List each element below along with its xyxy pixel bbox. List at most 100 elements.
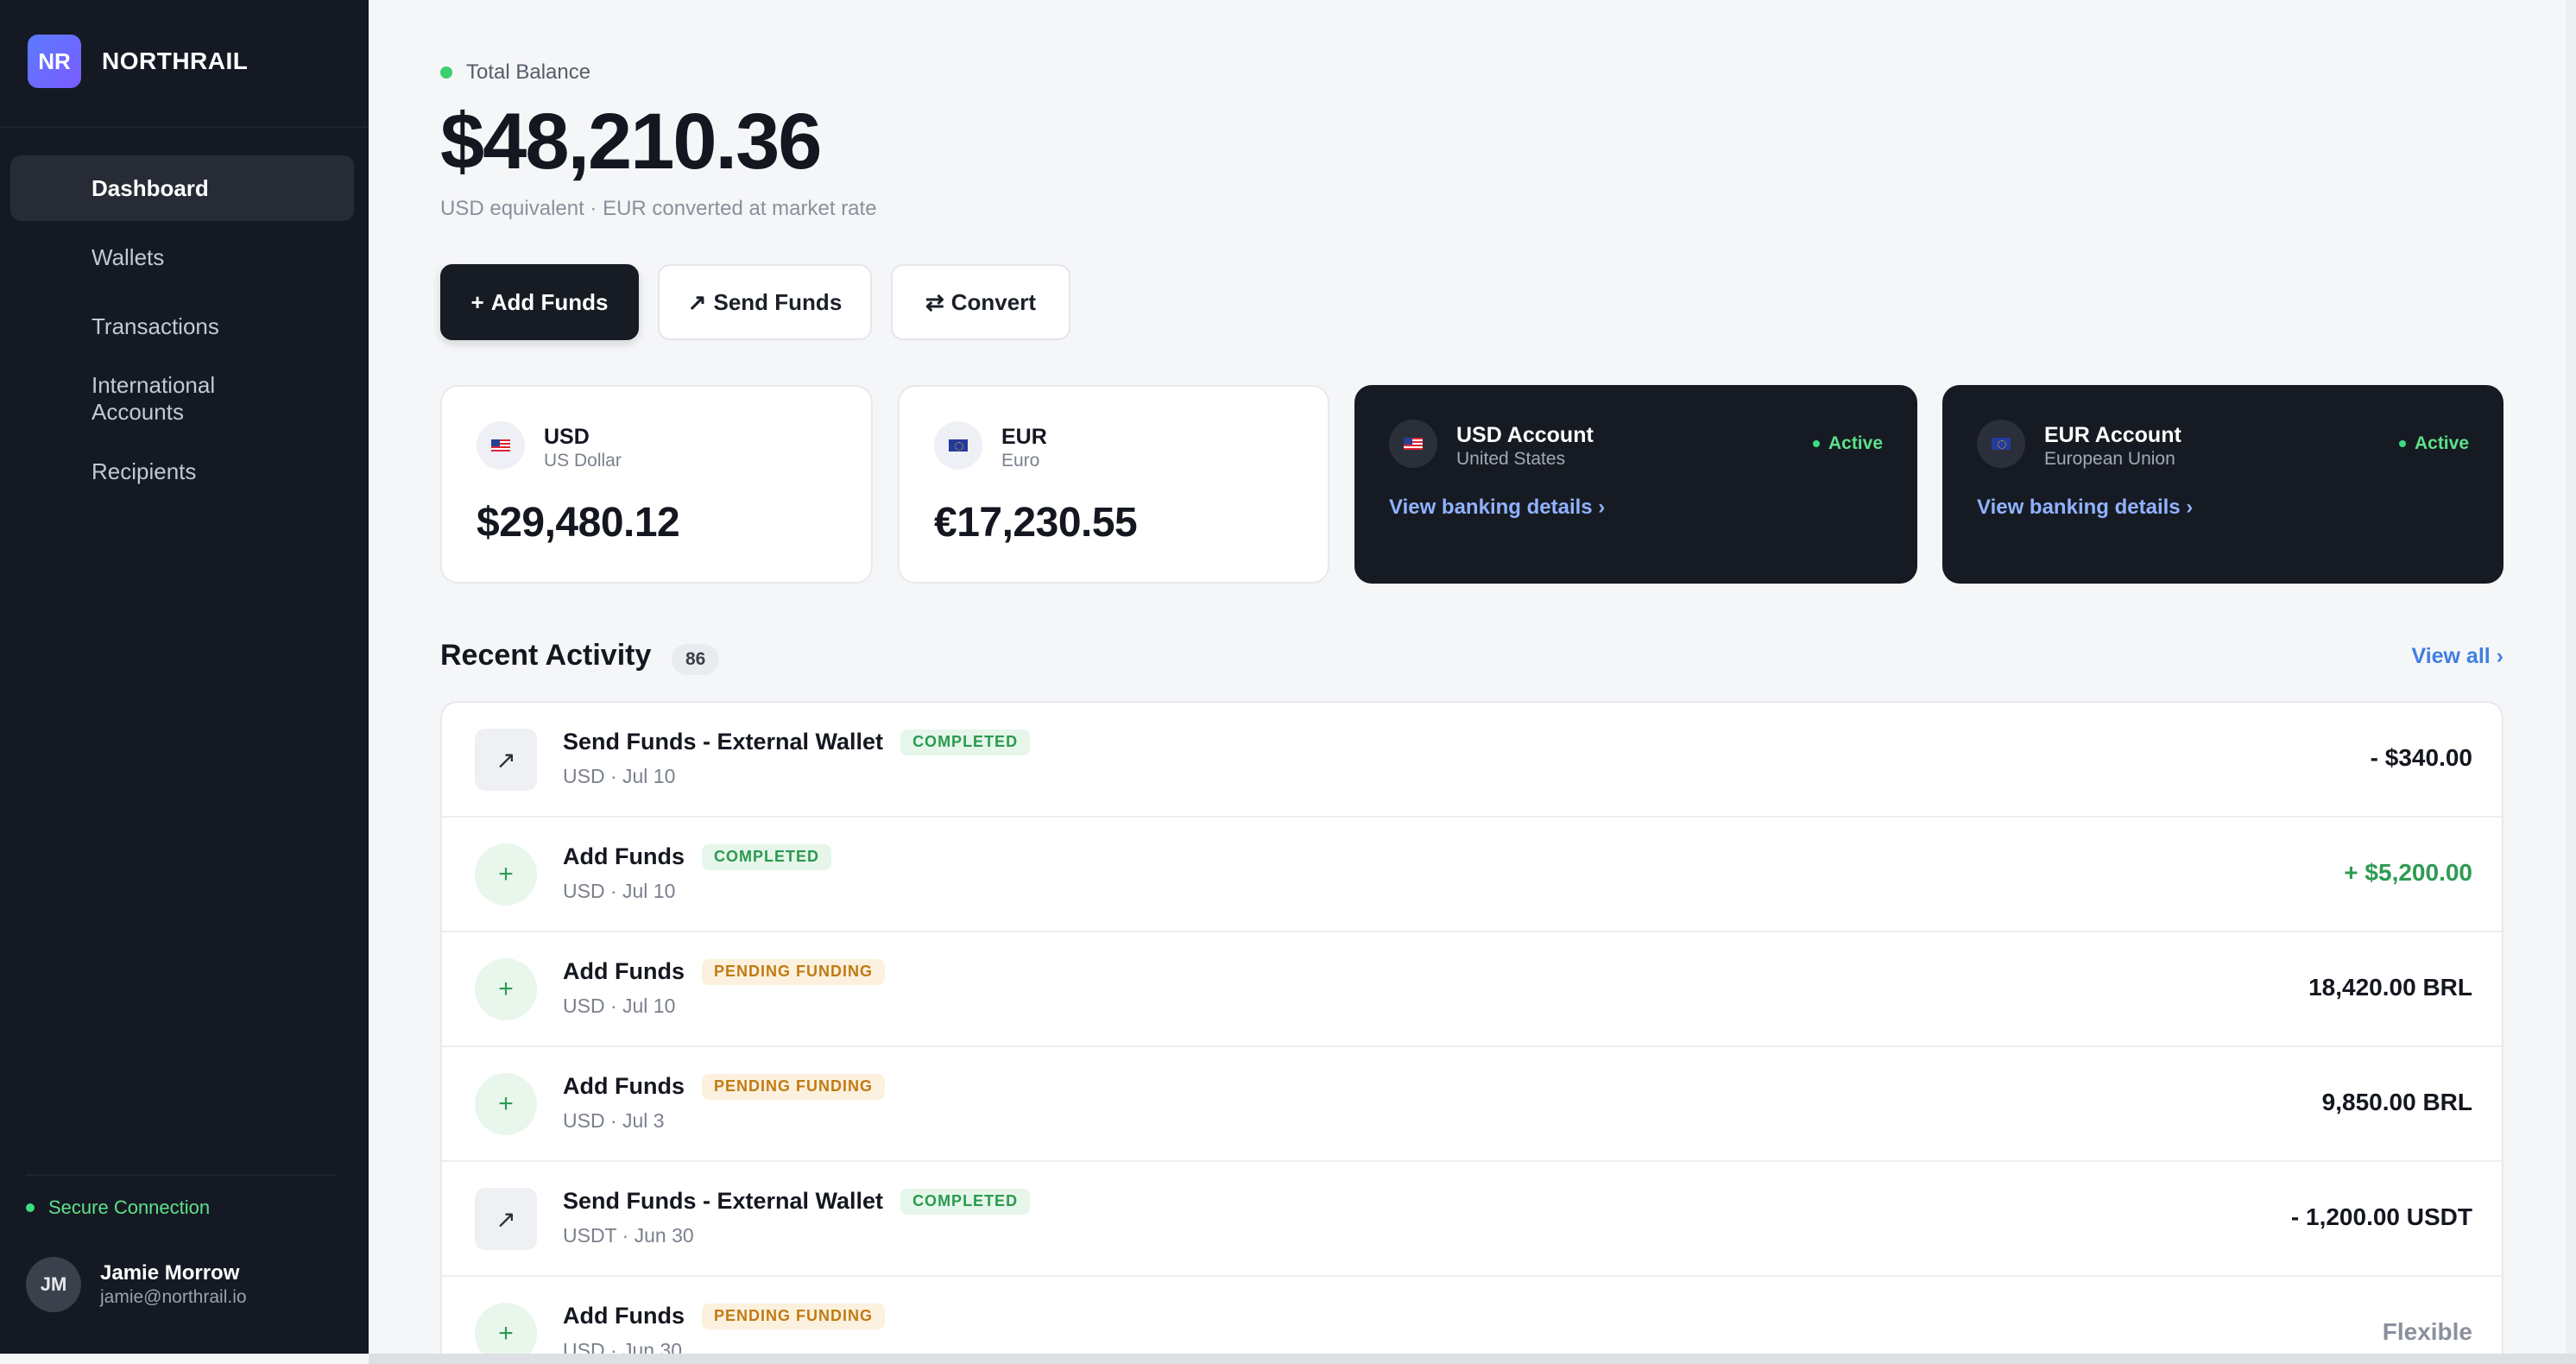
status-badge: Active bbox=[2398, 433, 2469, 454]
wallet-card-usd[interactable]: USD US Dollar $29,480.12 bbox=[440, 385, 873, 584]
flag-eu-icon bbox=[934, 421, 982, 470]
tx-title-line: Send Funds - External Wallet COMPLETED bbox=[563, 1188, 1031, 1215]
account-region: European Union bbox=[2044, 449, 2175, 469]
user-email: jamie@northrail.io bbox=[100, 1287, 247, 1307]
add-funds-button[interactable]: + Add Funds bbox=[440, 264, 639, 340]
sidebar-item-label: Recipients bbox=[92, 458, 197, 484]
sidebar-item-label: Transactions bbox=[92, 313, 219, 339]
tx-amount: 18,420.00 BRL bbox=[2308, 974, 2472, 1001]
wallet-card-eur[interactable]: EUR Euro €17,230.55 bbox=[898, 385, 1329, 584]
horizontal-scrollbar[interactable] bbox=[369, 1354, 2576, 1364]
status-badge: Active bbox=[1812, 433, 1883, 454]
account-card-usd[interactable]: USD Account United States Active View ba… bbox=[1354, 385, 1917, 584]
tx-title: Add Funds bbox=[563, 1073, 685, 1099]
secure-connection-status: Secure Connection bbox=[26, 1197, 210, 1219]
sidebar-item-transactions[interactable]: Transactions bbox=[10, 294, 354, 359]
wallet-cards: USD US Dollar $29,480.12 EUR Euro €17,23… bbox=[440, 385, 2503, 584]
arrow-up-right-icon: ↗ bbox=[475, 1188, 537, 1250]
status-badge: PENDING FUNDING bbox=[701, 1073, 885, 1100]
plus-icon: + bbox=[475, 958, 537, 1020]
plus-icon: + bbox=[475, 843, 537, 906]
tx-meta: USD · Jul 10 bbox=[563, 765, 676, 787]
vertical-scrollbar[interactable] bbox=[2566, 0, 2576, 1354]
send-funds-label: Send Funds bbox=[713, 288, 843, 315]
sidebar-divider bbox=[26, 1174, 337, 1176]
sidebar: NR NORTHRAIL Dashboard Wallets Transacti… bbox=[0, 0, 369, 1354]
user-info: Jamie Morrow jamie@northrail.io bbox=[100, 1261, 247, 1308]
status-badge: COMPLETED bbox=[900, 1188, 1031, 1215]
tx-title-line: Add Funds PENDING FUNDING bbox=[563, 1073, 885, 1100]
send-funds-button[interactable]: ↗ Send Funds bbox=[658, 264, 872, 340]
brand[interactable]: NR NORTHRAIL bbox=[28, 35, 248, 88]
total-balance-amount: $48,210.36 bbox=[440, 98, 822, 186]
status-badge: COMPLETED bbox=[701, 843, 831, 870]
plus-icon: + bbox=[475, 1073, 537, 1135]
table-row[interactable]: + Add Funds PENDING FUNDING USD · Jul 10… bbox=[442, 932, 2502, 1047]
status-dot-icon bbox=[26, 1203, 35, 1212]
tx-meta: USD · Jul 10 bbox=[563, 995, 676, 1017]
sidebar-nav: Dashboard Wallets Transactions Internati… bbox=[10, 155, 354, 508]
total-balance-subtitle: USD equivalent · EUR converted at market… bbox=[440, 197, 877, 220]
avatar: JM bbox=[26, 1257, 81, 1312]
brand-name: NORTHRAIL bbox=[102, 47, 249, 74]
swap-arrows-icon: ⇄ bbox=[925, 288, 944, 315]
sidebar-item-recipients[interactable]: Recipients bbox=[10, 439, 354, 504]
tx-title: Send Funds - External Wallet bbox=[563, 1188, 884, 1214]
status-badge: COMPLETED bbox=[900, 729, 1031, 755]
sidebar-item-label: Dashboard bbox=[92, 174, 209, 201]
wallet-code: EUR bbox=[1001, 425, 1047, 449]
sidebar-item-label: Wallets bbox=[92, 243, 165, 270]
sidebar-item-wallets[interactable]: Wallets bbox=[10, 224, 354, 290]
tx-title-line: Send Funds - External Wallet COMPLETED bbox=[563, 729, 1031, 755]
tx-meta: USD · Jul 3 bbox=[563, 1109, 665, 1132]
status-badge: PENDING FUNDING bbox=[701, 1303, 885, 1329]
action-bar: + Add Funds ↗ Send Funds ⇄ Convert bbox=[440, 264, 1089, 340]
tx-title-line: Add Funds COMPLETED bbox=[563, 843, 831, 870]
sidebar-item-international-accounts[interactable]: International Accounts bbox=[10, 363, 354, 435]
tx-title: Add Funds bbox=[563, 1303, 685, 1329]
table-row[interactable]: + Add Funds PENDING FUNDING USD · Jul 3 … bbox=[442, 1047, 2502, 1162]
table-row[interactable]: ↗ Send Funds - External Wallet COMPLETED… bbox=[442, 703, 2502, 818]
tx-title-line: Add Funds PENDING FUNDING bbox=[563, 958, 885, 985]
account-title: EUR Account bbox=[2044, 423, 2181, 447]
tx-title: Add Funds bbox=[563, 958, 685, 984]
user-name: Jamie Morrow bbox=[100, 1261, 240, 1285]
account-title: USD Account bbox=[1456, 423, 1594, 447]
status-dot-icon bbox=[440, 66, 452, 79]
account-card-eur[interactable]: EUR Account European Union Active View b… bbox=[1942, 385, 2503, 584]
status-dot-icon bbox=[1812, 440, 1820, 447]
tx-meta: USD · Jul 10 bbox=[563, 880, 676, 902]
view-all-link[interactable]: View all › bbox=[2411, 644, 2503, 669]
view-banking-details-link[interactable]: View banking details › bbox=[1977, 496, 2193, 520]
account-status: Active bbox=[1828, 433, 1883, 453]
status-badge: PENDING FUNDING bbox=[701, 958, 885, 985]
tx-amount: - 1,200.00 USDT bbox=[2290, 1203, 2472, 1230]
table-row[interactable]: + Add Funds PENDING FUNDING USD · Jun 30… bbox=[442, 1277, 2502, 1364]
convert-button[interactable]: ⇄ Convert bbox=[891, 264, 1070, 340]
flag-us-icon bbox=[477, 421, 525, 470]
arrow-up-right-icon: ↗ bbox=[475, 729, 537, 791]
view-banking-details-link[interactable]: View banking details › bbox=[1389, 496, 1605, 520]
tx-meta: USDT · Jun 30 bbox=[563, 1224, 694, 1247]
account-status: Active bbox=[2414, 433, 2469, 453]
tx-amount: - $340.00 bbox=[2370, 744, 2472, 771]
tx-amount: Flexible bbox=[2382, 1318, 2472, 1345]
secure-connection-label: Secure Connection bbox=[48, 1197, 211, 1218]
total-balance-label-text: Total Balance bbox=[466, 60, 591, 84]
arrow-up-right-icon: ↗ bbox=[687, 288, 707, 315]
recent-activity-header: Recent Activity 86 View all › bbox=[440, 639, 2503, 680]
recent-activity-title: Recent Activity bbox=[440, 639, 652, 672]
table-row[interactable]: + Add Funds COMPLETED USD · Jul 10 + $5,… bbox=[442, 818, 2502, 932]
activity-list: ↗ Send Funds - External Wallet COMPLETED… bbox=[440, 701, 2503, 1364]
total-balance-label: Total Balance bbox=[440, 60, 590, 85]
flag-us-icon bbox=[1389, 420, 1437, 468]
tx-amount: 9,850.00 BRL bbox=[2321, 1089, 2472, 1115]
tx-title: Add Funds bbox=[563, 843, 685, 869]
wallet-amount: $29,480.12 bbox=[477, 500, 680, 546]
sidebar-item-dashboard[interactable]: Dashboard bbox=[10, 155, 354, 221]
table-row[interactable]: ↗ Send Funds - External Wallet COMPLETED… bbox=[442, 1162, 2502, 1277]
tx-amount: + $5,200.00 bbox=[2344, 859, 2472, 886]
sidebar-divider bbox=[0, 126, 369, 128]
plus-icon: + bbox=[470, 288, 484, 315]
user-profile[interactable]: JM Jamie Morrow jamie@northrail.io bbox=[26, 1257, 247, 1312]
